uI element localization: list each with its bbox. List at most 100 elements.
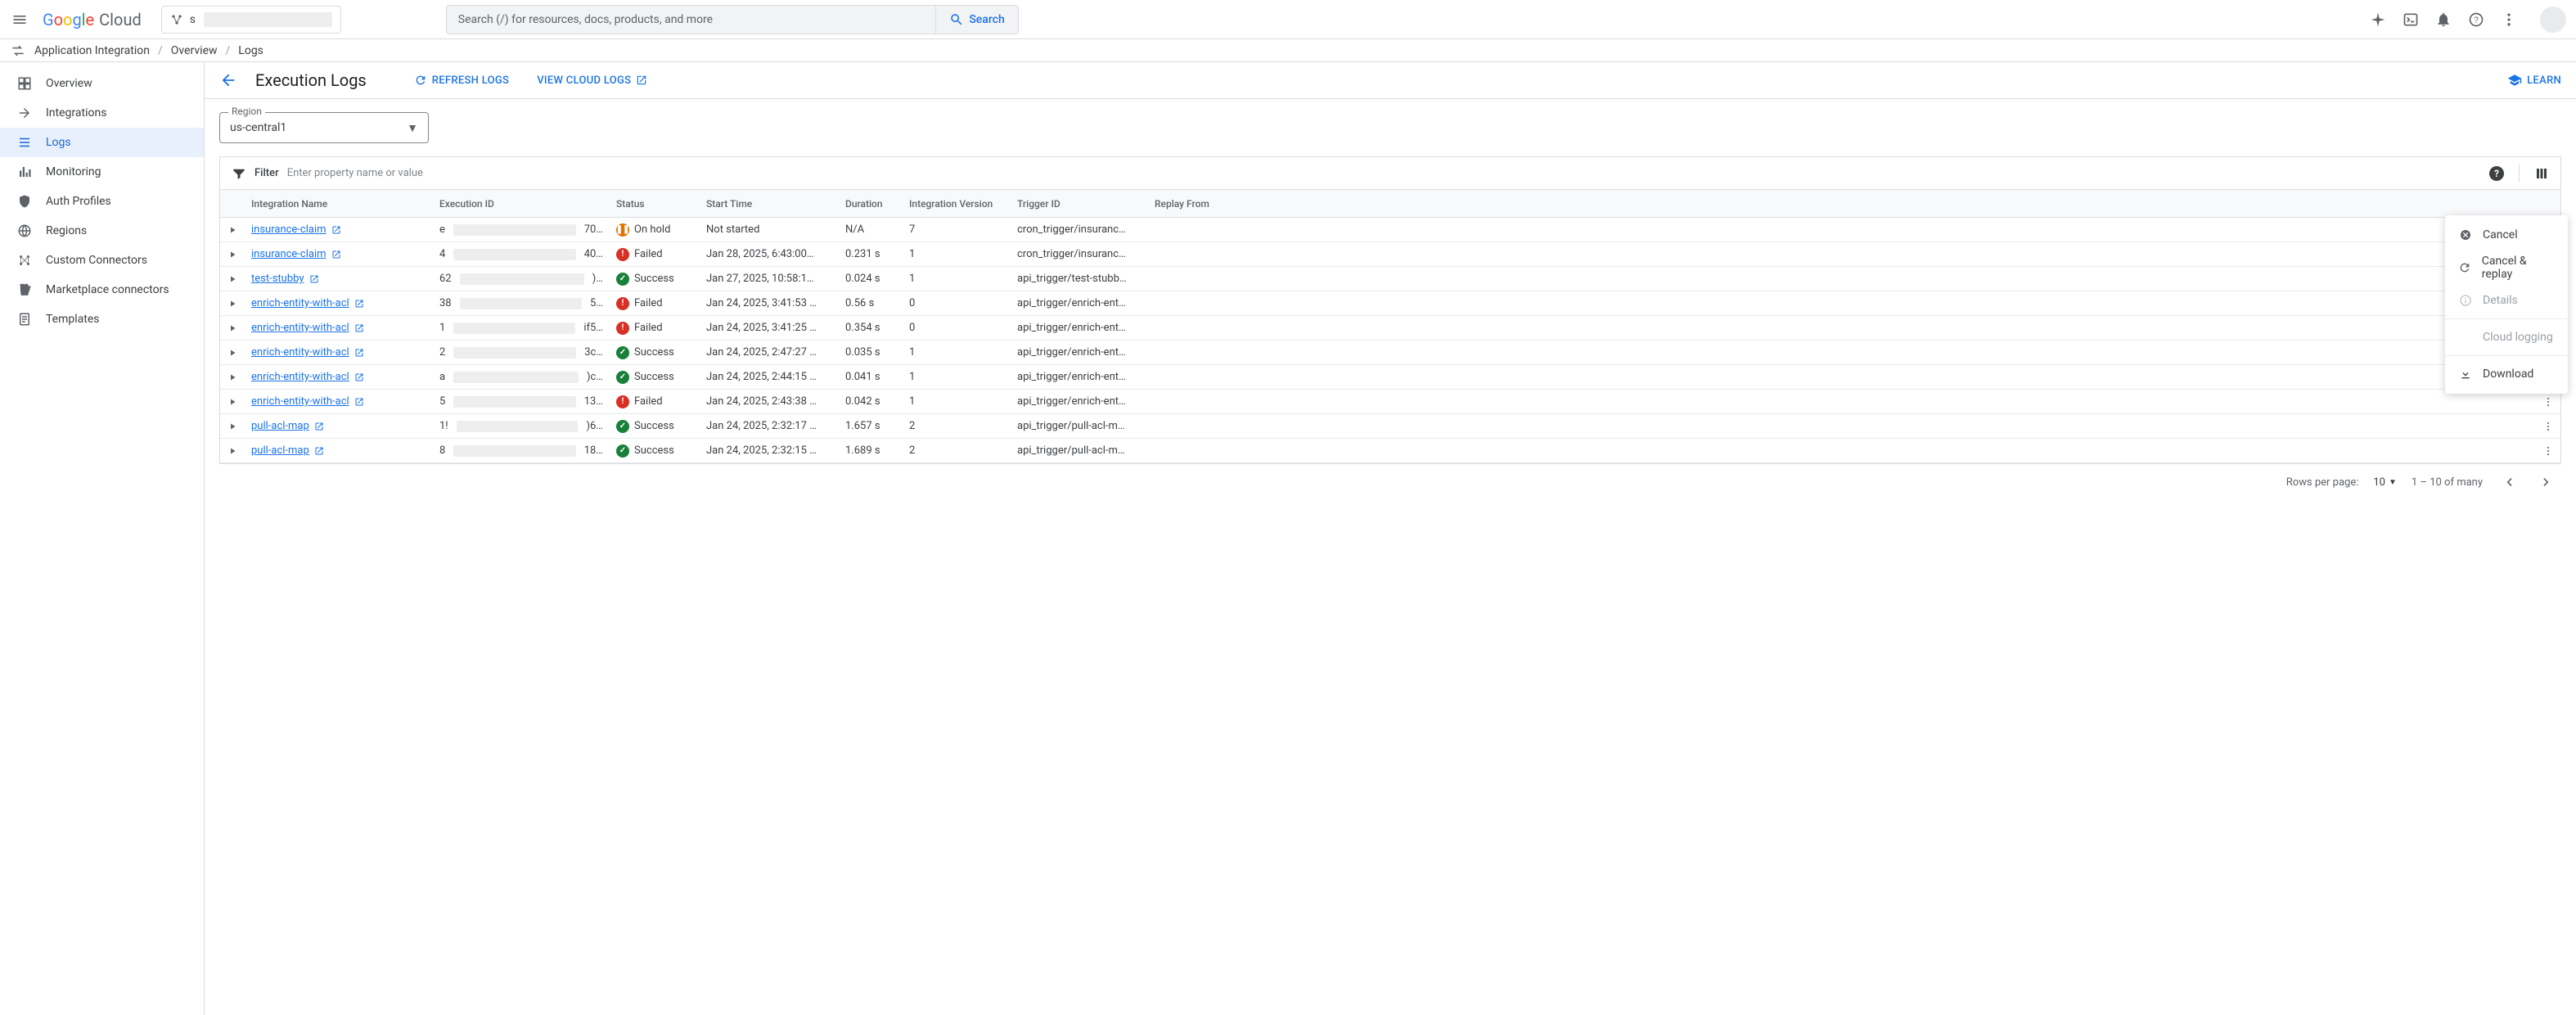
- sidebar-item-label: Auth Profiles: [46, 195, 111, 208]
- row-menu-button[interactable]: [2536, 444, 2560, 458]
- cell-execution-id: 818…: [433, 444, 610, 457]
- more-icon[interactable]: [2501, 11, 2517, 28]
- columns-icon[interactable]: [2534, 166, 2549, 181]
- sidebar-item-auth-profiles[interactable]: Auth Profiles: [0, 187, 204, 216]
- integrations-icon: [16, 106, 33, 120]
- breadcrumb-item[interactable]: Overview: [171, 44, 218, 57]
- cell-status: !Failed: [610, 322, 700, 335]
- cell-integration-name: enrich-entity-with-acl: [245, 297, 433, 309]
- cell-duration: 0.042 s: [839, 395, 903, 408]
- col-replay-from[interactable]: Replay From: [1148, 198, 2536, 210]
- notifications-icon[interactable]: [2435, 11, 2452, 28]
- sidebar-item-custom-connectors[interactable]: Custom Connectors: [0, 246, 204, 275]
- col-start-time[interactable]: Start Time: [700, 198, 839, 210]
- col-integration-name[interactable]: Integration Name: [245, 198, 433, 210]
- rows-per-page-select[interactable]: 10 ▼: [2373, 476, 2397, 489]
- region-select[interactable]: Region us-central1 ▼: [219, 112, 429, 143]
- sidebar-item-regions[interactable]: Regions: [0, 216, 204, 246]
- expand-row-button[interactable]: [220, 372, 245, 382]
- row-menu-button[interactable]: [2536, 420, 2560, 433]
- project-prefix: s: [190, 13, 196, 26]
- integration-link[interactable]: test-stubby: [251, 273, 304, 285]
- col-trigger-id[interactable]: Trigger ID: [1011, 198, 1148, 210]
- sidebar-item-logs[interactable]: Logs: [0, 128, 204, 157]
- expand-row-button[interactable]: [220, 274, 245, 284]
- expand-row-button[interactable]: [220, 250, 245, 259]
- menu-item-cancel[interactable]: Cancel: [2445, 222, 2568, 248]
- status-failed-icon: !: [616, 395, 629, 408]
- learn-button[interactable]: LEARN: [2507, 73, 2561, 88]
- menu-item-label: Cloud logging: [2483, 331, 2553, 344]
- refresh-logs-button[interactable]: REFRESH LOGS: [414, 74, 509, 87]
- regions-icon: [16, 223, 33, 238]
- cancel-icon: [2458, 228, 2473, 241]
- menu-item-details: Details: [2445, 287, 2568, 314]
- integration-link[interactable]: insurance-claim: [251, 248, 327, 260]
- sidebar-item-marketplace-connectors[interactable]: Marketplace connectors: [0, 275, 204, 304]
- menu-item-download[interactable]: Download: [2445, 361, 2568, 387]
- expand-row-button[interactable]: [220, 348, 245, 358]
- download-icon: [2458, 368, 2473, 381]
- table-row: pull-acl-map 1!)6… ✓Success Jan 24, 2025…: [220, 414, 2560, 439]
- integration-link[interactable]: insurance-claim: [251, 223, 327, 236]
- table-row: insurance-claim 440… !Failed Jan 28, 202…: [220, 242, 2560, 267]
- menu-item-cancel-replay[interactable]: Cancel & replay: [2445, 248, 2568, 287]
- integration-link[interactable]: enrich-entity-with-acl: [251, 395, 349, 408]
- filter-input[interactable]: Enter property name or value: [287, 167, 2481, 179]
- google-cloud-logo[interactable]: Google Cloud: [43, 10, 142, 29]
- col-integration-version[interactable]: Integration Version: [903, 198, 1011, 210]
- breadcrumb-item[interactable]: Logs: [238, 44, 263, 57]
- cell-trigger-id: cron_trigger/insuranc…: [1011, 248, 1148, 260]
- cell-execution-id: e70…: [433, 223, 610, 236]
- integration-link[interactable]: enrich-entity-with-acl: [251, 346, 349, 359]
- col-duration[interactable]: Duration: [839, 198, 903, 210]
- table-row: pull-acl-map 818… ✓Success Jan 24, 2025,…: [220, 439, 2560, 463]
- view-cloud-label: VIEW CLOUD LOGS: [537, 74, 631, 87]
- expand-row-button[interactable]: [220, 323, 245, 333]
- cell-duration: 0.56 s: [839, 297, 903, 309]
- table-header: Integration Name Execution ID Status Sta…: [220, 190, 2560, 218]
- prev-page-button[interactable]: [2497, 471, 2520, 494]
- main: Execution Logs REFRESH LOGS VIEW CLOUD L…: [205, 62, 2576, 1015]
- expand-row-button[interactable]: [220, 299, 245, 309]
- shell-icon[interactable]: [2403, 11, 2419, 28]
- project-selector[interactable]: s: [161, 6, 341, 34]
- table-row: insurance-claim e70… ❚❚On hold Not start…: [220, 218, 2560, 242]
- expand-row-button[interactable]: [220, 225, 245, 235]
- next-page-button[interactable]: [2535, 471, 2558, 494]
- expand-row-button[interactable]: [220, 446, 245, 456]
- gemini-icon[interactable]: [2370, 11, 2386, 28]
- search-input[interactable]: Search (/) for resources, docs, products…: [447, 13, 936, 26]
- sidebar-item-templates[interactable]: Templates: [0, 304, 204, 334]
- sidebar-item-monitoring[interactable]: Monitoring: [0, 157, 204, 187]
- sidebar-item-label: Marketplace connectors: [46, 283, 169, 296]
- breadcrumb-item[interactable]: Application Integration: [34, 44, 150, 57]
- integration-link[interactable]: enrich-entity-with-acl: [251, 322, 349, 334]
- sidebar-item-integrations[interactable]: Integrations: [0, 98, 204, 128]
- table-row: enrich-entity-with-acl 513… !Failed Jan …: [220, 390, 2560, 414]
- integration-link[interactable]: enrich-entity-with-acl: [251, 371, 349, 383]
- sidebar-item-overview[interactable]: Overview: [0, 69, 204, 98]
- cell-execution-id: 1if5…: [433, 322, 610, 334]
- cell-version: 0: [903, 297, 1011, 309]
- integration-link[interactable]: pull-acl-map: [251, 420, 309, 432]
- filter-help-icon[interactable]: ?: [2489, 166, 2504, 181]
- hamburger-menu-icon[interactable]: [10, 10, 29, 29]
- search-button[interactable]: Search: [935, 6, 1017, 34]
- expand-row-button[interactable]: [220, 422, 245, 431]
- replay-icon: [2458, 261, 2472, 274]
- integration-link[interactable]: enrich-entity-with-acl: [251, 297, 349, 309]
- help-icon[interactable]: ?: [2468, 11, 2484, 28]
- back-button[interactable]: [219, 71, 237, 89]
- avatar[interactable]: [2540, 7, 2566, 33]
- expand-row-button[interactable]: [220, 397, 245, 407]
- cell-status: ✓Success: [610, 444, 700, 458]
- col-status[interactable]: Status: [610, 198, 700, 210]
- status-success-icon: ✓: [616, 420, 629, 433]
- col-execution-id[interactable]: Execution ID: [433, 198, 610, 210]
- integration-link[interactable]: pull-acl-map: [251, 444, 309, 457]
- row-menu-button[interactable]: [2536, 395, 2560, 408]
- cell-integration-name: insurance-claim: [245, 223, 433, 236]
- view-cloud-logs-button[interactable]: VIEW CLOUD LOGS: [537, 74, 647, 87]
- info-icon: [2458, 294, 2473, 307]
